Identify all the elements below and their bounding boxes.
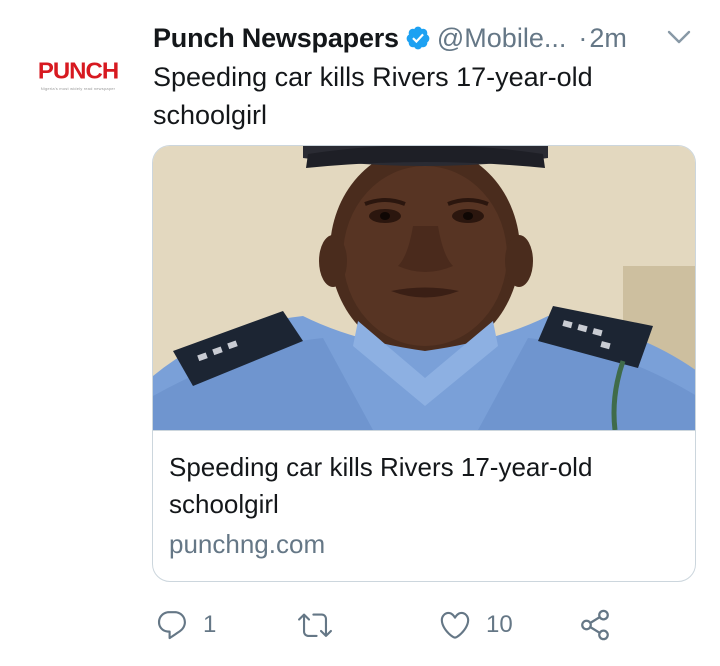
timestamp[interactable]: 2m	[589, 23, 627, 54]
card-domain[interactable]: punchng.com	[169, 526, 681, 563]
tweet-header: Punch Newspapers @Mobile... · 2m	[153, 18, 692, 58]
reply-icon	[157, 611, 186, 640]
reply-button[interactable]: 1	[155, 600, 216, 650]
card-body[interactable]: Speeding car kills Rivers 17-year-old sc…	[153, 430, 695, 581]
tweet-actions: 1 10	[153, 600, 623, 650]
reply-count: 1	[203, 611, 217, 638]
avatar[interactable]: PUNCH Nigeria's most widely read newspap…	[18, 40, 138, 110]
account-name[interactable]: Punch Newspapers	[153, 23, 399, 54]
like-button[interactable]: 10	[438, 600, 513, 650]
like-count: 10	[486, 611, 513, 638]
punch-logo-tagline: Nigeria's most widely read newspaper	[40, 85, 116, 91]
card-image[interactable]	[153, 146, 695, 430]
tweet[interactable]: PUNCH Nigeria's most widely read newspap…	[0, 0, 720, 666]
heart-icon	[440, 611, 470, 639]
tweet-text: Speeding car kills Rivers 17-year-old sc…	[153, 62, 593, 130]
account-handle[interactable]: @Mobile...	[437, 23, 566, 54]
retweet-button[interactable]	[298, 600, 346, 650]
chevron-down-icon[interactable]	[666, 28, 692, 46]
card-title[interactable]: Speeding car kills Rivers 17-year-old sc…	[169, 449, 681, 523]
share-button[interactable]	[578, 600, 612, 650]
punch-logo: PUNCH	[37, 58, 119, 84]
verified-badge-icon	[406, 26, 430, 50]
retweet-icon	[298, 613, 332, 637]
police-officer-photo	[153, 146, 695, 430]
share-icon	[581, 609, 609, 641]
separator-dot: ·	[578, 22, 588, 53]
link-card[interactable]: Speeding car kills Rivers 17-year-old sc…	[152, 145, 696, 582]
